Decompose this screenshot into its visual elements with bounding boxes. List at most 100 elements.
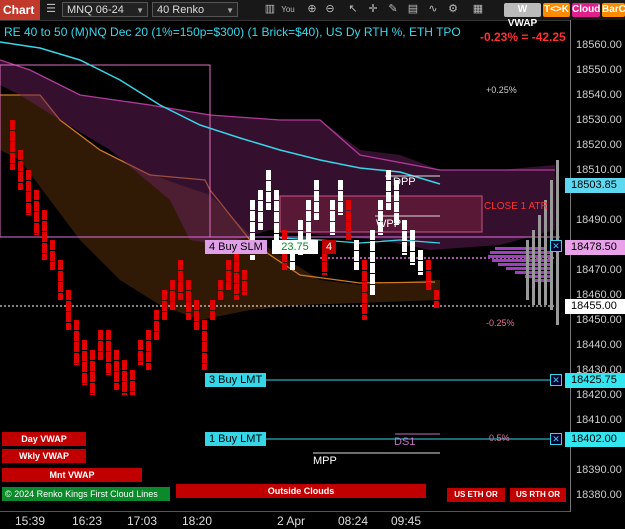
renko-brick bbox=[346, 233, 351, 240]
renko-brick bbox=[370, 241, 375, 251]
renko-brick bbox=[146, 363, 151, 370]
renko-brick bbox=[26, 214, 31, 215]
renko-brick bbox=[122, 360, 127, 370]
renko-brick bbox=[234, 284, 239, 294]
price-tick: 18560.00 bbox=[576, 39, 622, 51]
renko-brick bbox=[122, 382, 127, 392]
price-tick: 18490.00 bbox=[576, 214, 622, 226]
renko-brick bbox=[66, 312, 71, 322]
renko-brick bbox=[90, 350, 95, 360]
time-tick: 08:24 bbox=[338, 514, 369, 528]
renko-brick bbox=[282, 263, 287, 270]
renko-brick bbox=[258, 212, 263, 222]
renko-brick bbox=[370, 252, 375, 262]
renko-brick bbox=[314, 213, 319, 220]
renko-brick bbox=[362, 304, 367, 314]
price-tick: 18530.00 bbox=[576, 114, 622, 126]
price-tag-vwap: 18503.85 bbox=[565, 178, 625, 193]
renko-brick bbox=[370, 285, 375, 295]
buy-lmt3-order[interactable]: 3 Buy LMT bbox=[205, 373, 267, 387]
renko-brick bbox=[234, 295, 239, 300]
renko-brick bbox=[266, 203, 271, 210]
renko-brick bbox=[154, 321, 159, 331]
price-tick: 18390.00 bbox=[576, 464, 622, 476]
renko-brick bbox=[138, 351, 143, 361]
time-tick: 15:39 bbox=[15, 514, 46, 528]
price-tag-lmt3: 18425.75 bbox=[565, 373, 625, 388]
renko-brick bbox=[178, 282, 183, 292]
renko-brick bbox=[418, 261, 423, 271]
renko-brick bbox=[50, 240, 55, 250]
close-order-icon[interactable]: ✕ bbox=[550, 374, 562, 386]
renko-brick bbox=[122, 393, 127, 395]
renko-brick bbox=[386, 170, 391, 180]
renko-brick bbox=[18, 183, 23, 190]
buy-slm-order[interactable]: 4 Buy SLM bbox=[205, 240, 267, 254]
renko-brick bbox=[34, 234, 39, 235]
renko-brick bbox=[106, 374, 111, 375]
renko-brick bbox=[74, 364, 79, 365]
renko-brick bbox=[58, 271, 63, 281]
renko-brick bbox=[18, 172, 23, 182]
renko-brick bbox=[18, 161, 23, 171]
renko-brick bbox=[370, 274, 375, 284]
renko-brick bbox=[138, 340, 143, 350]
renko-brick bbox=[354, 262, 359, 270]
renko-brick bbox=[346, 211, 351, 221]
renko-brick bbox=[162, 290, 167, 300]
renko-brick bbox=[386, 203, 391, 210]
time-tick: 16:23 bbox=[72, 514, 103, 528]
renko-brick bbox=[314, 191, 319, 201]
change-readout: -0.23% = -42.25 bbox=[480, 30, 566, 44]
renko-brick bbox=[202, 331, 207, 341]
buy-lmt1-order[interactable]: 1 Buy LMT bbox=[205, 432, 267, 446]
renko-brick bbox=[434, 301, 439, 308]
renko-brick bbox=[250, 211, 255, 221]
renko-brick bbox=[202, 320, 207, 330]
renko-brick bbox=[58, 282, 63, 292]
renko-brick bbox=[362, 271, 367, 281]
wkly-vwap-button[interactable]: Wkly VWAP bbox=[2, 449, 86, 463]
renko-brick bbox=[426, 260, 431, 270]
time-tick: 2 Apr bbox=[277, 514, 306, 528]
day-vwap-button[interactable]: Day VWAP bbox=[2, 432, 86, 446]
renko-brick bbox=[162, 301, 167, 311]
renko-brick bbox=[178, 260, 183, 270]
renko-brick bbox=[426, 271, 431, 281]
close-order-icon[interactable]: ✕ bbox=[550, 433, 562, 445]
renko-brick bbox=[242, 292, 247, 295]
ds1-label: DS1 bbox=[394, 436, 416, 448]
time-tick: 18:20 bbox=[182, 514, 213, 528]
renko-brick bbox=[34, 190, 39, 200]
renko-brick bbox=[194, 300, 199, 310]
renko-brick bbox=[234, 273, 239, 283]
renko-brick bbox=[58, 293, 63, 300]
renko-brick bbox=[98, 352, 103, 360]
mnt-vwap-button[interactable]: Mnt VWAP bbox=[2, 468, 142, 482]
price-tag-slm: 18478.50 bbox=[565, 240, 625, 255]
renko-brick bbox=[74, 342, 79, 352]
renko-brick bbox=[90, 394, 95, 395]
buy-slm-qty[interactable]: 4 bbox=[322, 240, 337, 254]
us-eth-or-button[interactable]: US ETH OR bbox=[447, 488, 505, 502]
renko-brick bbox=[170, 302, 175, 310]
renko-brick bbox=[402, 220, 407, 230]
buy-slm-price[interactable]: 23.75 bbox=[272, 240, 318, 254]
renko-brick bbox=[50, 251, 55, 261]
price-tick: 18440.00 bbox=[576, 339, 622, 351]
outside-clouds-button[interactable]: Outside Clouds bbox=[176, 484, 426, 498]
price-chart[interactable] bbox=[0, 0, 625, 529]
renko-brick bbox=[234, 262, 239, 272]
renko-brick bbox=[330, 200, 335, 210]
renko-brick bbox=[42, 232, 47, 242]
renko-brick bbox=[186, 313, 191, 320]
close-order-icon[interactable]: ✕ bbox=[550, 240, 562, 252]
renko-brick bbox=[90, 361, 95, 371]
us-rth-or-button[interactable]: US RTH OR bbox=[510, 488, 566, 502]
renko-brick bbox=[218, 280, 223, 290]
renko-brick bbox=[306, 200, 311, 210]
time-tick: 09:45 bbox=[391, 514, 422, 528]
renko-brick bbox=[82, 373, 87, 383]
renko-brick bbox=[90, 383, 95, 393]
renko-brick bbox=[354, 251, 359, 261]
